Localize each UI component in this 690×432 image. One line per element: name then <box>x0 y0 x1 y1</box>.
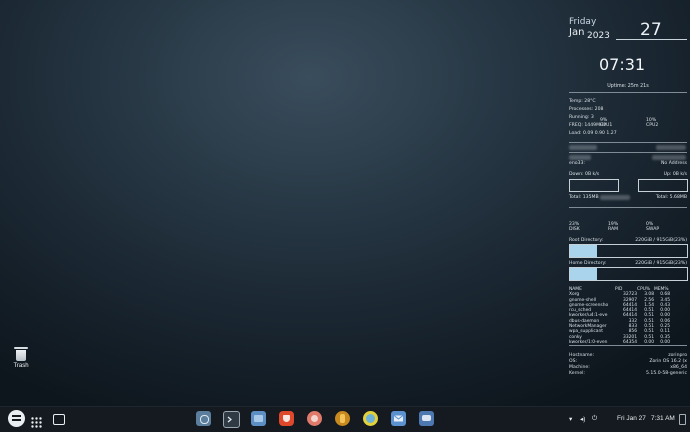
show-desktop-button[interactable] <box>679 414 686 425</box>
conky-month: Jan <box>569 27 585 38</box>
swap-label: SWAP <box>646 227 660 232</box>
cpu1-label: CPU1 <box>600 123 613 128</box>
taskbar: ▾ ◂) ⏻ Fri Jan 27 7:31 AM <box>0 406 690 432</box>
trash-icon <box>14 347 28 361</box>
software-icon[interactable] <box>196 411 211 426</box>
total-down: Total: 135MB <box>569 195 599 200</box>
ram-label: RAM <box>608 227 619 232</box>
files-icon[interactable] <box>251 411 266 426</box>
home-dir-value: 220GiB / 915GiB(23%) <box>635 261 687 266</box>
workspace-icon[interactable] <box>53 414 65 425</box>
mail-icon[interactable] <box>391 411 406 426</box>
volume-icon[interactable]: ◂) <box>580 415 585 423</box>
home-dir-label: Home Directory: <box>569 261 607 266</box>
hostname-value: zorinpro <box>668 353 687 358</box>
taskbar-date[interactable]: Fri Jan 27 <box>617 415 646 422</box>
zorin-menu-icon[interactable] <box>8 410 25 427</box>
process-table: NAME PID CPU% MEM% Xorg 32723 3.08 0.68 gnome-sh… <box>569 287 670 345</box>
hostname-label: Hostname: <box>569 353 595 358</box>
down-speed: Down: 0B k/s <box>569 172 600 177</box>
temp-row: Temp: 28°C <box>569 99 596 104</box>
os-label: OS: <box>569 359 578 364</box>
divider <box>569 152 687 153</box>
conky-year: 2023 <box>587 31 610 41</box>
root-dir-bar <box>569 244 688 258</box>
disk-label: DISK <box>569 227 580 232</box>
up-graph <box>638 179 688 192</box>
os-value: Zorin OS 16.2 (x <box>649 359 687 364</box>
running-row: Running: 3 <box>569 115 594 120</box>
power-icon[interactable]: ⏻ <box>592 415 597 423</box>
divider <box>569 207 687 208</box>
conky-date: 27 <box>640 20 662 40</box>
root-dir-value: 220GiB / 915GiB(23%) <box>635 238 687 243</box>
down-graph <box>569 179 619 192</box>
divider <box>569 142 687 143</box>
conky-day: Friday <box>569 17 597 27</box>
blurred-text <box>569 145 597 150</box>
app-icon-gold[interactable] <box>335 411 350 426</box>
iface-name: eno33: <box>569 161 585 166</box>
kernel-label: Kernel: <box>569 371 585 376</box>
trash-desktop-icon[interactable]: Trash <box>8 347 34 369</box>
total-up: Total: 5.68MB <box>655 195 687 200</box>
app-grid-icon[interactable] <box>31 413 42 428</box>
processes-row: Processes: 208 <box>569 107 604 112</box>
root-dir-fill <box>570 245 597 257</box>
blurred-text <box>569 155 591 160</box>
machine-label: Machine: <box>569 365 590 370</box>
trash-label: Trash <box>13 363 29 369</box>
taskbar-time[interactable]: 7:31 AM <box>651 415 675 422</box>
chat-icon[interactable] <box>419 411 434 426</box>
iface-address: No Address <box>660 161 687 166</box>
up-speed: Up: 0B k/s <box>663 172 687 177</box>
machine-value: x86_64 <box>670 365 687 370</box>
wifi-icon[interactable]: ▾ <box>569 415 572 423</box>
conky-clock: 07:31 <box>599 55 646 74</box>
divider <box>569 345 687 346</box>
brave-icon[interactable] <box>279 411 294 426</box>
kernel-value: 5.15.0-58-generic <box>646 371 687 376</box>
app-icon[interactable] <box>307 411 322 426</box>
root-dir-label: Root Directory: <box>569 238 604 243</box>
app-icon-lime[interactable] <box>363 411 378 426</box>
divider <box>616 39 687 40</box>
blurred-text <box>600 195 630 200</box>
home-dir-fill <box>570 268 597 280</box>
conky-uptime: Uptime: 25m 21s <box>607 84 649 89</box>
cpu2-label: CPU2 <box>646 123 659 128</box>
load-row: Load: 0.09 0.90 1.27 <box>569 131 617 136</box>
home-dir-bar <box>569 267 688 281</box>
blurred-text <box>656 145 686 150</box>
blurred-text <box>652 155 686 160</box>
terminal-icon[interactable] <box>223 411 240 428</box>
divider <box>569 92 687 93</box>
